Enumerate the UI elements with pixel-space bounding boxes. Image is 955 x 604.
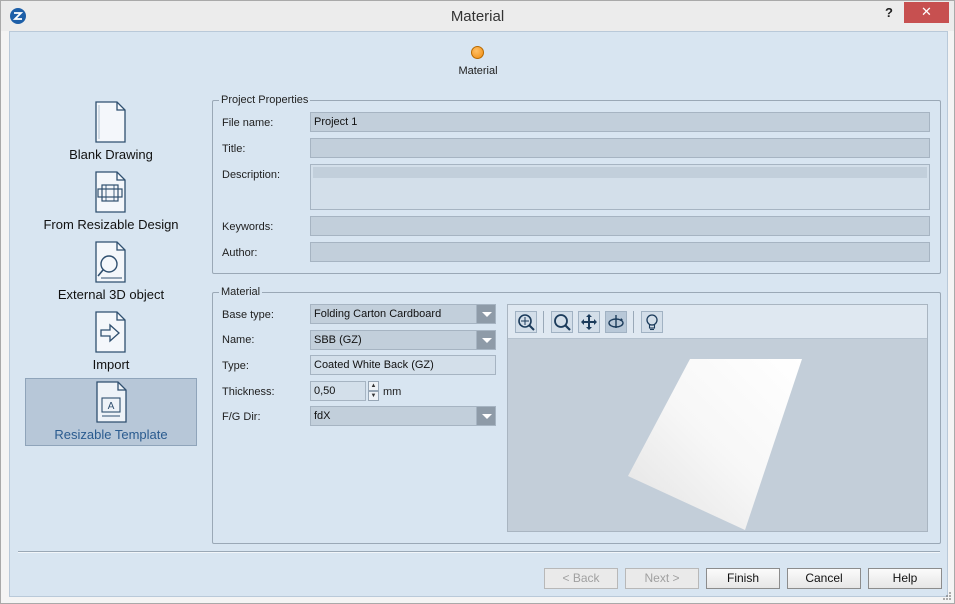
nav-label: External 3D object (57, 287, 165, 302)
description-text (313, 167, 927, 178)
base-type-label: Base type: (222, 309, 274, 321)
chevron-down-icon (476, 305, 495, 323)
zoom-fit-icon[interactable] (515, 311, 537, 333)
cancel-button[interactable]: Cancel (787, 568, 861, 589)
window-title: Material (450, 8, 505, 25)
svg-text:A: A (108, 401, 115, 412)
type-field[interactable]: Coated White Back (GZ) (310, 355, 496, 375)
name-select[interactable]: SBB (GZ) (310, 330, 496, 350)
nav-label: Resizable Template (54, 427, 168, 442)
close-icon: ✕ (921, 4, 932, 19)
thickness-stepper[interactable]: ▲ ▼ (368, 381, 379, 401)
dialog-window: Material ? ✕ Material Blank Drawing From… (0, 0, 955, 604)
nav-label: From Resizable Design (43, 217, 179, 232)
name-value: SBB (GZ) (314, 334, 362, 346)
title-label: Title: (222, 143, 246, 155)
type-label: Type: (222, 360, 249, 372)
step-label: Material (458, 65, 498, 77)
fg-dir-value: fdX (314, 410, 331, 422)
thickness-unit: mm (383, 386, 402, 398)
pan-icon[interactable] (578, 311, 600, 333)
next-button[interactable]: Next > (625, 568, 699, 589)
fg-dir-label: F/G Dir: (222, 411, 261, 423)
preview-toolbar (508, 305, 927, 339)
group-legend: Project Properties (221, 94, 309, 106)
blank-document-icon (95, 101, 126, 143)
base-type-select[interactable]: Folding Carton Cardboard (310, 304, 496, 324)
nav-label: Import (92, 357, 130, 372)
magnifier-document-icon (95, 241, 126, 283)
chevron-down-icon (476, 331, 495, 349)
keywords-field[interactable] (310, 216, 930, 236)
spin-up-icon[interactable]: ▲ (368, 381, 379, 391)
description-label: Description: (222, 169, 281, 181)
rotate-icon[interactable] (605, 311, 627, 333)
file-name-label: File name: (222, 117, 274, 129)
material-sheet-preview (628, 359, 802, 530)
fg-dir-select[interactable]: fdX (310, 406, 496, 426)
base-type-value: Folding Carton Cardboard (314, 308, 442, 320)
back-button[interactable]: < Back (544, 568, 618, 589)
nav-item-resizable-template[interactable]: A Resizable Template (25, 378, 197, 446)
spin-down-icon[interactable]: ▼ (368, 391, 379, 401)
help-title-button[interactable]: ? (885, 5, 893, 20)
wizard-content: Material Blank Drawing From Resizable De… (9, 31, 948, 597)
name-label: Name: (222, 334, 255, 346)
nav-item-blank-drawing[interactable]: Blank Drawing (25, 99, 197, 167)
toolbar-separator (633, 311, 634, 333)
close-button[interactable]: ✕ (904, 2, 949, 23)
nav-item-external-3d-object[interactable]: External 3D object (25, 239, 197, 307)
keywords-label: Keywords: (222, 221, 274, 233)
title-bar: Material ? ✕ (1, 1, 954, 31)
nav-item-import[interactable]: Import (25, 309, 197, 377)
thickness-label: Thickness: (222, 386, 275, 398)
author-field[interactable] (310, 242, 930, 262)
description-field[interactable] (310, 164, 930, 210)
nav-label: Blank Drawing (69, 147, 153, 162)
group-legend: Material (221, 286, 261, 298)
import-arrow-icon (95, 311, 126, 353)
file-name-field[interactable]: Project 1 (310, 112, 930, 132)
light-bulb-icon[interactable] (641, 311, 663, 333)
material-preview-panel[interactable] (507, 304, 928, 532)
step-indicator-dot (471, 46, 484, 59)
chevron-down-icon (476, 407, 495, 425)
template-document-icon: A (96, 381, 127, 423)
nav-item-from-resizable-design[interactable]: From Resizable Design (25, 169, 197, 237)
resize-grip-icon[interactable] (942, 591, 952, 601)
zoom-icon[interactable] (551, 311, 573, 333)
toolbar-separator (543, 311, 544, 333)
title-field[interactable] (310, 138, 930, 158)
footer-divider (18, 551, 940, 553)
resizable-design-icon (95, 171, 126, 213)
help-button[interactable]: Help (868, 568, 942, 589)
thickness-input[interactable]: 0,50 (310, 381, 366, 401)
finish-button[interactable]: Finish (706, 568, 780, 589)
author-label: Author: (222, 247, 258, 259)
